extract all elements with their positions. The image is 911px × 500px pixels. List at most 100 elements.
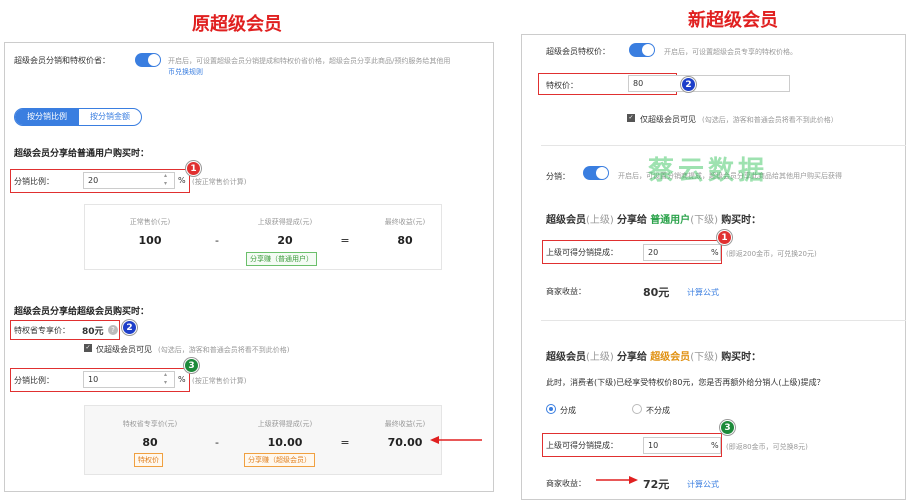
box1-minus: - — [215, 234, 219, 247]
ratio1-stepper[interactable]: ▴ ▾ — [164, 172, 167, 188]
radio-share[interactable] — [546, 404, 556, 414]
pct1: % — [178, 176, 186, 185]
left-checkbox[interactable]: ✓ — [84, 344, 92, 352]
badge-r2: 2 — [681, 77, 696, 92]
box2-v2: 10.00 — [267, 436, 303, 449]
opt1-label: 分成 — [560, 406, 576, 415]
ratio2-input[interactable]: 10 — [83, 371, 175, 388]
comm2-label: 上级可得分销提成： — [546, 441, 618, 450]
right-toggle-hint: 开启后，可设置超级会员专享的特权价格。 — [664, 48, 797, 56]
left-arrow — [430, 436, 482, 444]
box2-tag1: 特权价 — [134, 453, 163, 467]
box2-c3: 最终收益(元) — [384, 420, 426, 428]
right-toggle[interactable] — [629, 43, 655, 57]
box1-v1: 100 — [138, 234, 162, 247]
sec1-buy: 购买时： — [721, 215, 762, 226]
pct2: % — [178, 375, 186, 384]
comm1-hint: (即返200金币，可兑换20元) — [726, 250, 817, 258]
income1-value: 80元 — [643, 286, 670, 299]
box1-tag: 分享赚（普通用户） — [246, 252, 317, 266]
badge-r1: 1 — [717, 230, 732, 245]
radio-no-share[interactable] — [632, 404, 642, 414]
sec1-lower: (下级) — [690, 215, 718, 226]
box1-c3: 最终收益(元) — [384, 218, 426, 226]
left-toggle[interactable] — [135, 53, 161, 67]
left-toggle-hint: 开启后，可设置超级会员分销提成和特权价省价格，超级会员分享此商品/预约服务给其他… — [168, 57, 451, 65]
tab-ratio[interactable]: 按分销比例 — [15, 109, 79, 125]
box2-v1: 80 — [142, 436, 158, 449]
left-toggle-link[interactable]: 币兑换规则 — [168, 67, 203, 77]
right-sec2-heading: 超级会员(上级) 分享给 超级会员(下级) 购买时： — [546, 348, 761, 363]
right-title: 新超级会员 — [688, 10, 778, 31]
comm2-hint: (即返80金币，可兑换8元) — [726, 443, 808, 451]
badge-1: 1 — [186, 161, 201, 176]
right-divider — [541, 145, 906, 146]
comm1-pct: % — [711, 248, 719, 257]
badge-2: 2 — [122, 320, 137, 335]
ratio2-stepper[interactable]: ▴ ▾ — [164, 371, 167, 387]
left-title: 原超级会员 — [192, 14, 282, 35]
box2-tag2: 分享赚（超级会员） — [244, 453, 315, 467]
question-text: 此时，消费者(下级)已经享受特权价80元，您是否再额外给分销人(上级)提成？ — [546, 378, 825, 387]
left-check-hint: (勾选后，游客和普通会员将看不到此价格) — [158, 346, 290, 354]
sec2-lower: (下级) — [690, 352, 718, 363]
right-toggle-label: 超级会员特权价： — [546, 47, 610, 56]
box2-minus: - — [215, 436, 219, 449]
sec1-normal: 普通用户 — [650, 215, 691, 226]
right-sec1-heading: 超级会员(上级) 分享给 普通用户(下级) 购买时： — [546, 211, 761, 226]
right-checkbox[interactable]: ✓ — [627, 114, 635, 122]
sec2-share: 分享给 — [617, 352, 647, 363]
sec2-super: 超级会员 — [546, 352, 586, 363]
sec2-super2: 超级会员 — [650, 352, 691, 363]
right-panel — [521, 34, 906, 500]
box2-eq: = — [340, 436, 350, 449]
box1-v3: 80 — [397, 234, 413, 247]
ratio1-hint: (按正常售价计算) — [192, 178, 247, 186]
right-check-label: 仅超级会员可见 — [640, 115, 696, 124]
ratio1-input[interactable]: 20 — [83, 172, 175, 189]
left-toggle-label: 超级会员分销和特权价省： — [14, 56, 110, 65]
ratio1-label: 分销比例： — [14, 177, 54, 186]
comm1-input[interactable]: 20 — [643, 244, 721, 261]
box1-eq: = — [340, 234, 350, 247]
income2-value: 72元 — [643, 478, 670, 491]
sec2-buy: 购买时： — [721, 352, 762, 363]
box1-c2: 上级获得提成(元) — [257, 218, 313, 226]
tab-amount[interactable]: 按分销金额 — [79, 109, 141, 125]
box2-c2: 上级获得提成(元) — [257, 420, 313, 428]
income1-label: 商家收益： — [546, 287, 586, 296]
sec1-upper: (上级) — [586, 215, 614, 226]
right-divider-2 — [541, 320, 906, 321]
left-sec2-heading: 超级会员分享给超级会员购买时： — [14, 307, 150, 317]
right-check-hint: (勾选后，游客和普通会员将看不到此价格） — [702, 116, 838, 124]
sec1-super: 超级会员 — [546, 215, 586, 226]
comm1-label: 上级可得分销提成： — [546, 248, 618, 257]
comm2-pct: % — [711, 441, 719, 450]
right-arrow — [596, 476, 638, 484]
income2-label: 商家收益： — [546, 479, 586, 488]
formula-link-2[interactable]: 计算公式 — [687, 479, 719, 490]
dist-label: 分销： — [546, 172, 570, 181]
left-tab-group: 按分销比例 按分销金额 — [14, 108, 142, 126]
formula-link-1[interactable]: 计算公式 — [687, 287, 719, 298]
box2-c1: 特权省专享价(元) — [122, 420, 178, 428]
badge-3: 3 — [184, 358, 199, 373]
box1-v2: 20 — [277, 234, 293, 247]
left-sec1-heading: 超级会员分享给普通用户购买时： — [14, 149, 150, 159]
dist-toggle[interactable] — [583, 166, 609, 180]
sec1-share: 分享给 — [617, 215, 647, 226]
sec2-upper: (上级) — [586, 352, 614, 363]
right-priv-label: 特权价： — [546, 81, 578, 90]
badge-r3: 3 — [720, 420, 735, 435]
opt2-label: 不分成 — [646, 406, 670, 415]
comm2-input[interactable]: 10 — [643, 437, 721, 454]
right-priv-input[interactable]: 80 — [628, 75, 790, 92]
priv-label: 特权省专享价： — [14, 326, 70, 335]
watermark: 蔡云数据 — [648, 156, 769, 186]
priv-value: 80元 — [82, 327, 104, 337]
left-check-label: 仅超级会员可见 — [96, 345, 152, 354]
help-icon[interactable]: ? — [108, 325, 118, 335]
box1-c1: 正常售价(元) — [129, 218, 171, 226]
ratio2-hint: (按正常售价计算) — [192, 377, 247, 385]
ratio2-label: 分销比例： — [14, 376, 54, 385]
